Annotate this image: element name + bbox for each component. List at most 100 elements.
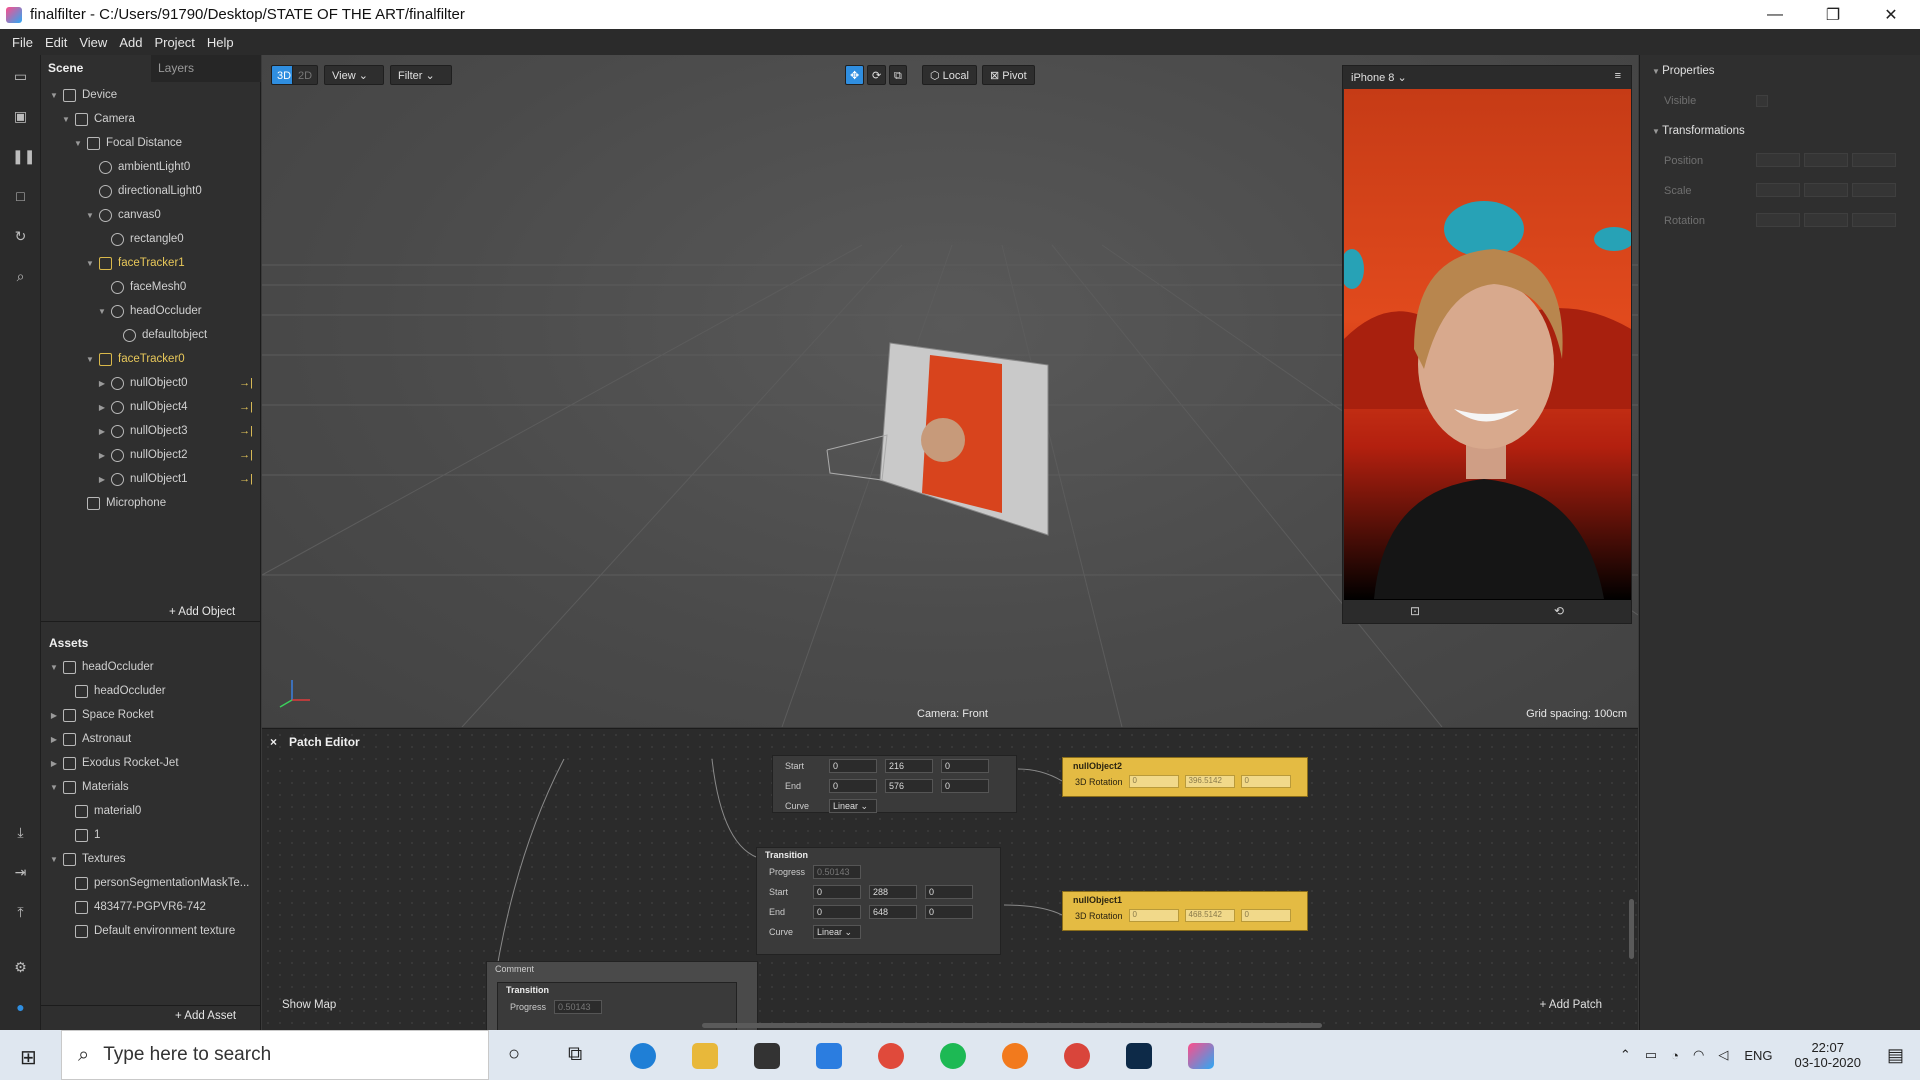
chevron-down-icon[interactable]: ▼ [49,855,59,864]
import-icon[interactable]: ⤓ [12,825,29,840]
patch-link-icon[interactable]: →| [239,377,253,389]
show-hidden-icons[interactable]: ⌃ [1620,1047,1631,1063]
end-y-field[interactable]: 648 [869,905,917,919]
mail-icon[interactable] [816,1043,842,1069]
move-tool-icon[interactable]: ✥ [845,65,865,85]
spotify-icon[interactable] [940,1043,966,1069]
end-x-field[interactable]: 0 [813,905,861,919]
scene-tree-item[interactable]: Microphone [41,491,261,515]
rotation-y-field[interactable]: 396.5142 [1184,775,1235,788]
layout-icon[interactable]: ▭ [12,69,29,84]
scale-z-field[interactable] [1852,183,1896,197]
file-explorer-icon[interactable] [692,1043,718,1069]
pause-icon[interactable]: ❚❚ [12,149,35,164]
comment-box[interactable]: Comment Transition Progress 0.50143 [486,961,758,1030]
menu-add[interactable]: Add [119,35,142,50]
close-button[interactable]: ✕ [1862,0,1920,29]
language-indicator[interactable]: ENG [1744,1048,1772,1063]
show-map-button[interactable]: Show Map [282,999,336,1011]
chevron-down-icon[interactable]: ▼ [61,115,71,124]
end-z-field[interactable]: 0 [925,905,973,919]
asset-item[interactable]: 1 [41,823,261,847]
chevron-down-icon[interactable]: ▼ [85,211,95,220]
stop-icon[interactable]: □ [12,189,29,204]
chevron-right-icon[interactable]: ▶ [49,711,59,720]
rotation-x-field[interactable]: 0 [1128,775,1179,788]
scene-tree-item[interactable]: ▶ nullObject2 →| [41,443,261,467]
fl-studio-icon[interactable] [1002,1043,1028,1069]
scene-tree-item[interactable]: ▼ faceTracker0 [41,347,261,371]
simulator-menu-icon[interactable]: ≡ [1615,70,1621,82]
curve-dropdown[interactable]: Linear ⌄ [829,799,877,813]
null-object1-node[interactable]: nullObject1 3D Rotation 0 468.5142 0 [1062,891,1308,931]
store-icon[interactable] [754,1043,780,1069]
flip-camera-icon[interactable]: ⟲ [1554,604,1564,618]
scene-tree-item[interactable]: rectangle0 [41,227,261,251]
add-patch-button[interactable]: + Add Patch [1540,999,1602,1011]
menu-file[interactable]: File [12,35,33,50]
scene-tree-item[interactable]: ▼ Focal Distance [41,131,261,155]
menu-view[interactable]: View [79,35,107,50]
end-y-field[interactable]: 576 [885,779,933,793]
add-asset-button[interactable]: + Add Asset [175,1010,236,1022]
menu-help[interactable]: Help [207,35,234,50]
rotation-z-field[interactable]: 0 [1240,775,1291,788]
rotation-x-field[interactable]: 0 [1128,909,1179,922]
rotation-y-field[interactable]: 468.5142 [1184,909,1235,922]
asset-item[interactable]: ▶ Exodus Rocket-Jet [41,751,261,775]
transition-node[interactable]: Transition Progress 0.50143 Start 0 288 … [756,847,1001,955]
start-y-field[interactable]: 216 [885,759,933,773]
windows-start-icon[interactable]: ⊞ [20,1045,37,1070]
taskbar-search-box[interactable]: ⌕ Type here to search [61,1030,489,1080]
transition-node-bottom[interactable]: Transition Progress 0.50143 [497,982,737,1030]
menu-edit[interactable]: Edit [45,35,67,50]
asset-item[interactable]: personSegmentationMaskTe... [41,871,261,895]
scene-tree-item[interactable]: ▼ faceTracker1 [41,251,261,275]
scene-tree-item[interactable]: ▼ canvas0 [41,203,261,227]
local-button[interactable]: ⬡ Local [922,65,977,85]
photoshop-icon[interactable] [1126,1043,1152,1069]
clock[interactable]: 22:07 03-10-2020 [1794,1040,1861,1070]
asset-item[interactable]: ▶ Space Rocket [41,703,261,727]
menu-project[interactable]: Project [154,35,194,50]
chevron-right-icon[interactable]: ▶ [97,475,107,484]
spark-ar-taskbar-icon[interactable] [1188,1043,1214,1069]
transition-node-top[interactable]: Start 0 216 0 End 0 576 0 Curve Linear ⌄ [772,755,1017,813]
patch-link-icon[interactable]: →| [239,473,253,485]
rotation-z-field[interactable] [1852,213,1896,227]
asset-item[interactable]: ▼ Textures [41,847,261,871]
wifi-icon[interactable]: ◠ [1693,1047,1704,1063]
2d-view-button[interactable]: 2D [292,65,319,85]
position-z-field[interactable] [1852,153,1896,167]
chevron-right-icon[interactable]: ▶ [97,403,107,412]
refresh-icon[interactable]: ↻ [12,229,29,244]
position-x-field[interactable] [1756,153,1800,167]
chevron-right-icon[interactable]: ▶ [49,735,59,744]
network-icon[interactable]: ◔ [1671,1048,1679,1063]
chevron-right-icon[interactable]: ▶ [97,451,107,460]
notifications-icon[interactable]: ▤ [1887,1045,1904,1066]
scale-tool-icon[interactable]: ⧉ [889,65,907,85]
edge-icon[interactable] [630,1043,656,1069]
rotation-z-field[interactable]: 0 [1240,909,1291,922]
start-z-field[interactable]: 0 [925,885,973,899]
tab-scene[interactable]: Scene [41,55,151,82]
rotation-x-field[interactable] [1756,213,1800,227]
start-z-field[interactable]: 0 [941,759,989,773]
position-y-field[interactable] [1804,153,1848,167]
scene-tree-item[interactable]: ▼ headOccluder [41,299,261,323]
transformations-title[interactable]: ▼ Transformations [1652,125,1745,137]
scale-y-field[interactable] [1804,183,1848,197]
rotation-y-field[interactable] [1804,213,1848,227]
chrome-profile-icon[interactable] [1064,1043,1090,1069]
video-icon[interactable]: ▣ [12,109,29,124]
cortana-icon[interactable]: ○ [508,1043,520,1066]
asset-item[interactable]: ▼ Materials [41,775,261,799]
chevron-down-icon[interactable]: ▼ [85,355,95,364]
chevron-down-icon[interactable]: ▼ [73,139,83,148]
chevron-down-icon[interactable]: ▼ [97,307,107,316]
tab-layers[interactable]: Layers [151,55,261,82]
scene-tree-item[interactable]: ▼ Camera [41,107,261,131]
view-dropdown[interactable]: View ⌄ [324,65,384,85]
chevron-down-icon[interactable]: ▼ [85,259,95,268]
